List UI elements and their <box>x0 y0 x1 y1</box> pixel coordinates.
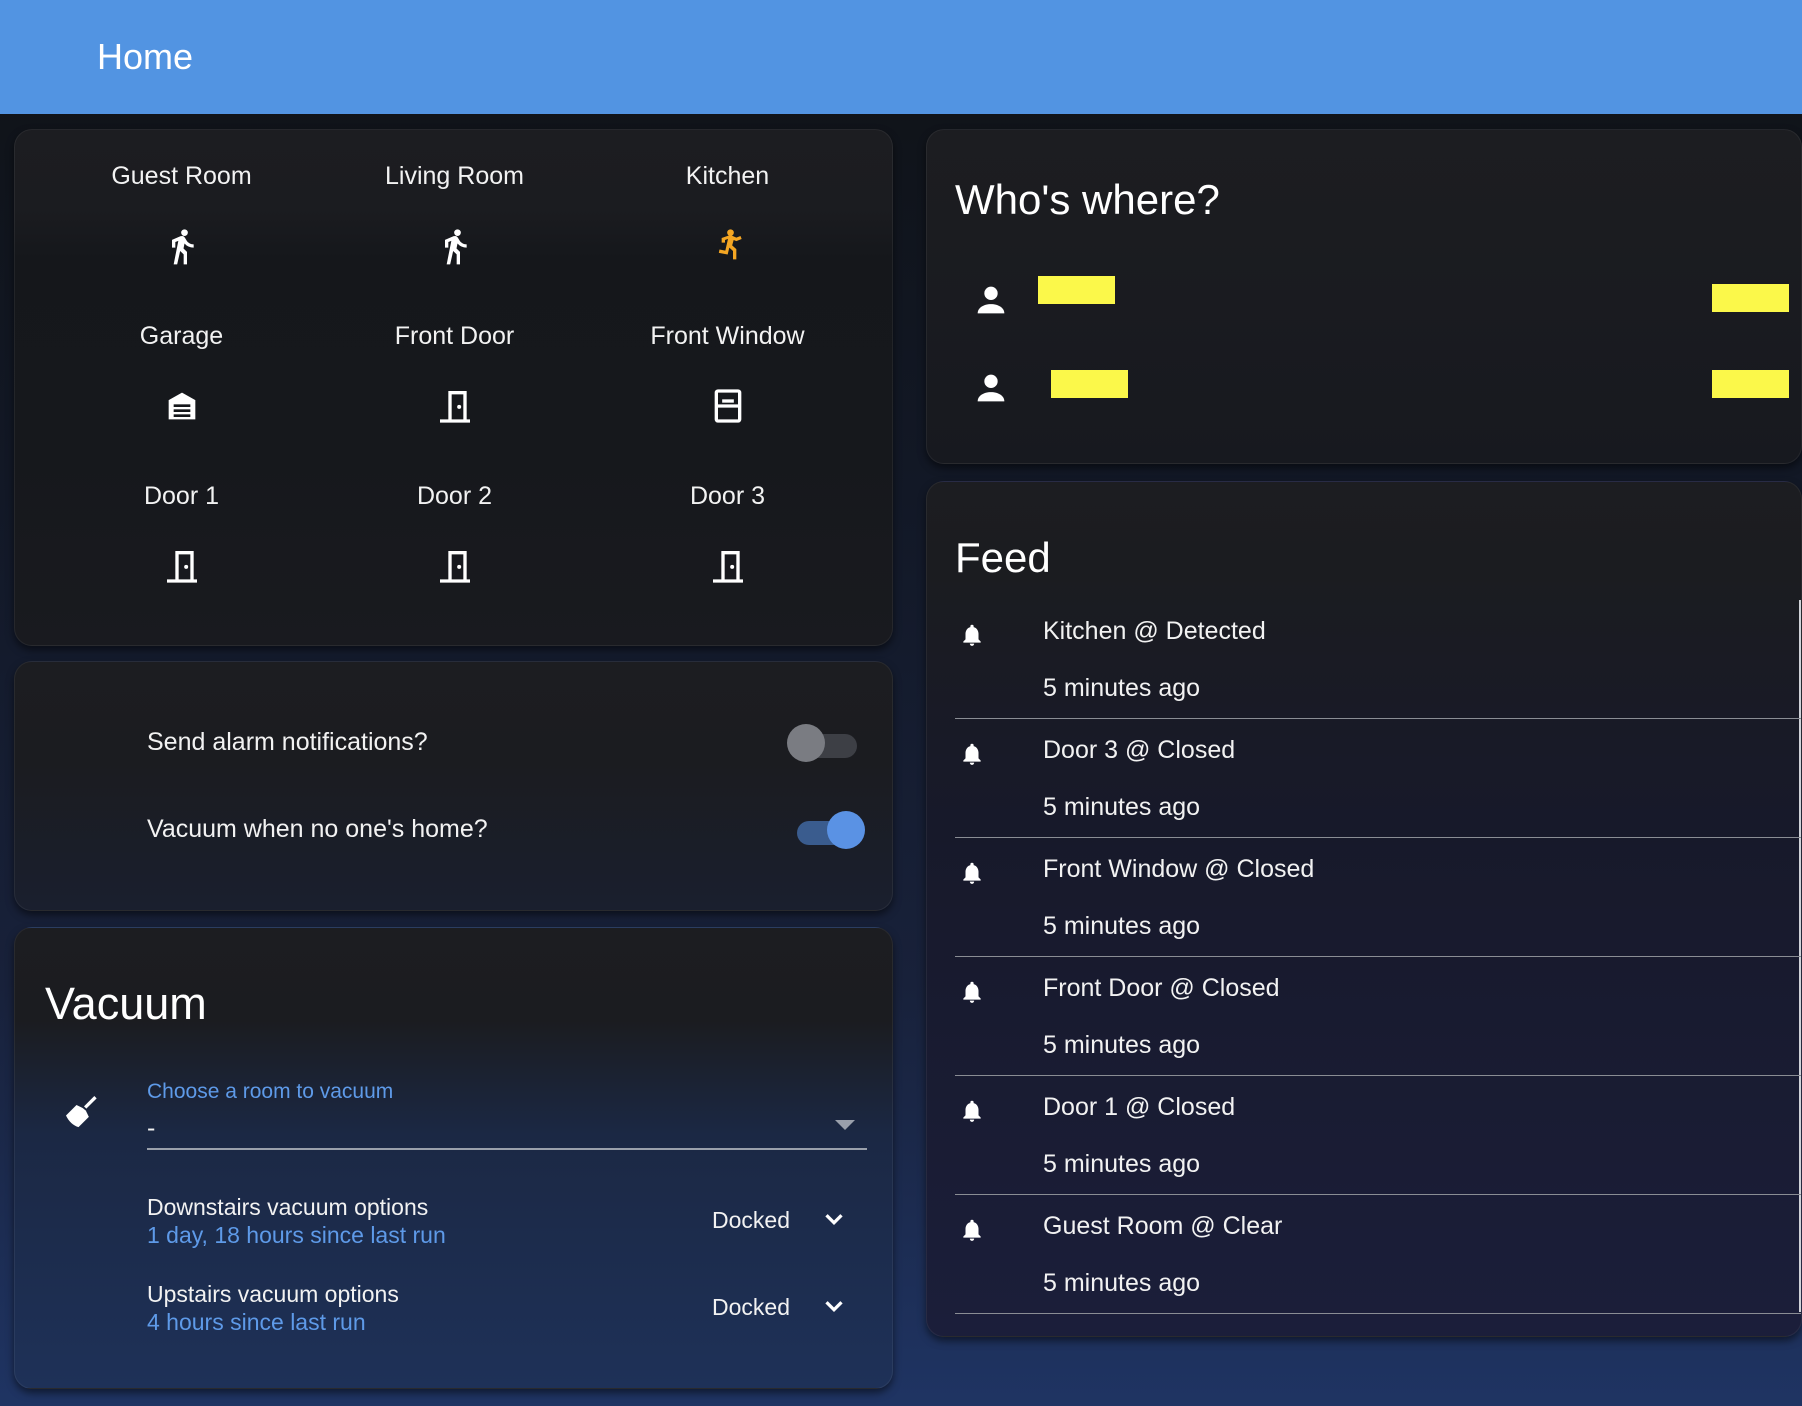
feed-time: 5 minutes ago <box>1043 1150 1201 1178</box>
redacted-name <box>1038 276 1115 304</box>
feed-message: Guest Room @ Clear <box>1043 1212 1283 1240</box>
broom-icon <box>61 1091 101 1131</box>
entity-door-2[interactable]: Door 2 <box>318 482 591 583</box>
entity-door-1[interactable]: Door 1 <box>45 482 318 583</box>
bell-icon <box>959 1098 985 1124</box>
entity-label: Guest Room <box>111 162 252 190</box>
entity-label: Door 1 <box>143 482 220 510</box>
entity-label: Garage <box>139 322 224 350</box>
person-row[interactable] <box>927 366 1801 416</box>
run-icon <box>708 226 748 266</box>
entities-card: Guest Room Living Room Kitchen Garage Fr… <box>14 129 893 646</box>
entity-label: Front Window <box>650 322 805 350</box>
feed-item[interactable]: Front Door @ Closed 5 minutes ago <box>955 957 1801 1076</box>
window-icon <box>708 386 748 426</box>
feed-message: Door 1 @ Closed <box>1043 1093 1236 1121</box>
entity-label: Living Room <box>385 162 524 190</box>
page-title: Home <box>97 36 194 77</box>
bell-icon <box>959 622 985 648</box>
entity-garage[interactable]: Garage <box>45 322 318 420</box>
door-icon <box>708 546 748 586</box>
downstairs-vacuum-row[interactable]: Downstairs vacuum options 1 day, 18 hour… <box>147 1194 867 1254</box>
walk-icon <box>162 226 202 266</box>
entity-front-door[interactable]: Front Door <box>318 322 591 423</box>
vacuum-last-run: 4 hours since last run <box>147 1309 366 1335</box>
toggle-label-alarm: Send alarm notifications? <box>147 728 428 756</box>
feed-time: 5 minutes ago <box>1043 793 1201 821</box>
redacted-location <box>1712 370 1789 398</box>
feed-title: Feed <box>955 534 1051 581</box>
entity-label: Door 2 <box>416 482 493 510</box>
vacuum-when-away-switch[interactable] <box>797 809 865 853</box>
alarm-notifications-switch[interactable] <box>787 722 857 766</box>
feed-message: Door 3 @ Closed <box>1043 736 1236 764</box>
feed-time: 5 minutes ago <box>1043 1031 1201 1059</box>
door-icon <box>435 386 475 426</box>
entity-label: Door 3 <box>689 482 766 510</box>
person-icon <box>971 368 1011 408</box>
entity-front-window[interactable]: Front Window <box>591 322 864 423</box>
bell-icon <box>959 979 985 1005</box>
toggle-label-vacuum: Vacuum when no one's home? <box>147 815 488 843</box>
vacuum-state: Docked <box>712 1294 790 1320</box>
feed-message: Front Window @ Closed <box>1043 855 1315 883</box>
vacuum-option-name: Upstairs vacuum options <box>147 1281 399 1307</box>
bell-icon <box>959 860 985 886</box>
room-select-value: - <box>147 1114 156 1142</box>
vacuum-card-title: Vacuum <box>45 978 207 1029</box>
whos-where-card: Who's where? <box>926 129 1802 464</box>
feed-time: 5 minutes ago <box>1043 674 1201 702</box>
feed-time: 5 minutes ago <box>1043 912 1201 940</box>
feed-message: Front Door @ Closed <box>1043 974 1280 1002</box>
toggles-card: Send alarm notifications? Vacuum when no… <box>14 661 893 911</box>
chevron-down-icon[interactable] <box>819 1291 849 1321</box>
switch-knob <box>787 724 825 762</box>
entity-door-3[interactable]: Door 3 <box>591 482 864 583</box>
room-select-label: Choose a room to vacuum <box>147 1080 394 1103</box>
vacuum-last-run: 1 day, 18 hours since last run <box>147 1222 446 1248</box>
entity-label: Kitchen <box>685 162 770 190</box>
top-app-bar: Home <box>0 0 1802 114</box>
entity-living-room[interactable]: Living Room <box>318 162 591 265</box>
walk-icon <box>435 226 475 266</box>
entity-label: Front Door <box>394 322 515 350</box>
feed-item[interactable]: Guest Room @ Clear 5 minutes ago <box>955 1195 1801 1314</box>
person-row[interactable] <box>927 276 1801 328</box>
entity-guest-room[interactable]: Guest Room <box>45 162 318 265</box>
vacuum-option-name: Downstairs vacuum options <box>147 1194 429 1220</box>
redacted-location <box>1712 284 1789 312</box>
dropdown-arrow-icon <box>835 1120 855 1130</box>
feed-item[interactable]: Door 3 @ Closed 5 minutes ago <box>955 719 1801 838</box>
vacuum-state: Docked <box>712 1207 790 1233</box>
garage-icon <box>162 386 202 426</box>
upstairs-vacuum-row[interactable]: Upstairs vacuum options 4 hours since la… <box>147 1281 867 1341</box>
bell-icon <box>959 1217 985 1243</box>
feed-item[interactable]: Kitchen @ Detected 5 minutes ago <box>955 600 1801 719</box>
feed-time: 5 minutes ago <box>1043 1269 1201 1297</box>
feed-item[interactable]: Front Window @ Closed 5 minutes ago <box>955 838 1801 957</box>
entity-kitchen[interactable]: Kitchen <box>591 162 864 260</box>
feed-item[interactable]: Door 1 @ Closed 5 minutes ago <box>955 1076 1801 1195</box>
vacuum-card: Vacuum Choose a room to vacuum - Downsta… <box>14 927 893 1389</box>
room-select[interactable]: Choose a room to vacuum - <box>147 1080 867 1150</box>
switch-knob <box>827 811 865 849</box>
redacted-name <box>1051 370 1128 398</box>
door-icon <box>162 546 202 586</box>
whos-where-title: Who's where? <box>955 176 1220 223</box>
feed-message: Kitchen @ Detected <box>1043 617 1266 645</box>
chevron-down-icon[interactable] <box>819 1204 849 1234</box>
person-icon <box>971 280 1011 320</box>
door-icon <box>435 546 475 586</box>
feed-card: Feed Kitchen @ Detected 5 minutes ago Do… <box>926 481 1802 1337</box>
bell-icon <box>959 741 985 767</box>
